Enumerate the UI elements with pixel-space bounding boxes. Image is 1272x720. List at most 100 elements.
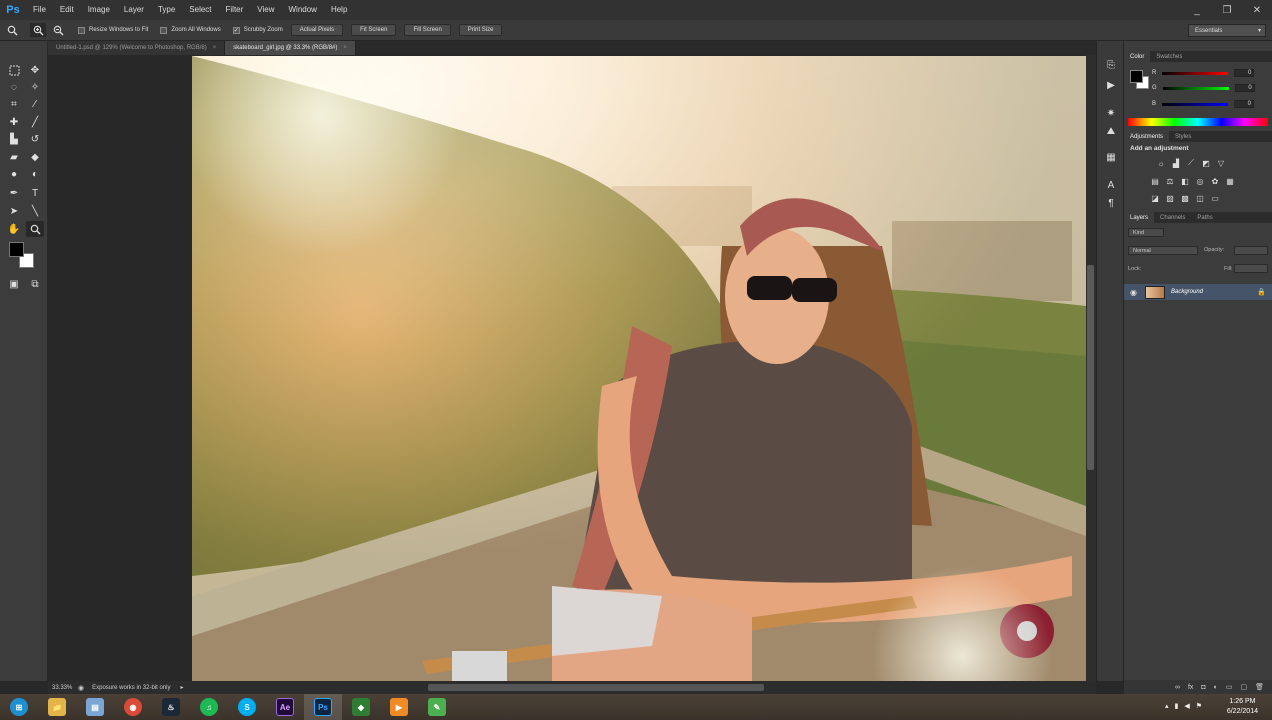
taskbar-app-misc[interactable]: ✎: [418, 694, 456, 720]
screen-mode-icon[interactable]: ⧉: [26, 276, 44, 292]
link-icon[interactable]: ∞: [1175, 684, 1180, 691]
info-icon[interactable]: ◉: [78, 684, 84, 692]
line-tool-icon[interactable]: ╲: [26, 203, 44, 219]
print-size-button[interactable]: Print Size: [458, 24, 503, 36]
taskbar-skype[interactable]: S: [228, 694, 266, 720]
close-icon[interactable]: ×: [213, 45, 217, 51]
menu-window[interactable]: Window: [282, 0, 324, 20]
menu-file[interactable]: File: [26, 0, 53, 20]
threshold-icon[interactable]: ▩: [1180, 193, 1190, 203]
taskbar-media-player[interactable]: ▶: [380, 694, 418, 720]
horizontal-scroll-thumb[interactable]: [428, 684, 764, 691]
red-slider[interactable]: [1162, 71, 1229, 75]
actions-icon[interactable]: ▶: [1103, 77, 1119, 93]
move-tool-icon[interactable]: ✥: [26, 62, 44, 78]
start-button[interactable]: ⊞: [0, 694, 38, 720]
color-balance-icon[interactable]: ⚖: [1165, 176, 1175, 186]
exposure-icon[interactable]: ◩: [1201, 158, 1211, 168]
invert-icon[interactable]: ◪: [1150, 193, 1160, 203]
restore-button[interactable]: ❐: [1212, 0, 1242, 20]
zoom-tool-icon[interactable]: [26, 221, 44, 237]
taskbar-notepad[interactable]: ▤: [76, 694, 114, 720]
curves-icon[interactable]: ⟋: [1186, 158, 1196, 168]
layer-name[interactable]: Background: [1171, 289, 1203, 295]
resize-windows-checkbox[interactable]: Resize Windows to Fit: [78, 26, 148, 34]
layer-row-background[interactable]: ◉ Background 🔒: [1124, 284, 1272, 300]
zoom-all-windows-checkbox[interactable]: Zoom All Windows: [160, 26, 221, 34]
taskbar-photoshop[interactable]: Ps: [304, 694, 342, 720]
blend-mode-select[interactable]: Normal: [1128, 246, 1198, 255]
vertical-scroll-thumb[interactable]: [1087, 265, 1094, 470]
brush-tool-icon[interactable]: ╱: [26, 114, 44, 130]
path-selection-tool-icon[interactable]: ➤: [5, 203, 23, 219]
taskbar-chrome[interactable]: ◉: [114, 694, 152, 720]
menu-view[interactable]: View: [250, 0, 281, 20]
tab-untitled-1[interactable]: Untitled-1.psd @ 129% (Welcome to Photos…: [48, 41, 226, 55]
adjustment-layer-icon[interactable]: ◐: [1214, 684, 1218, 691]
tab-adjustments[interactable]: Adjustments: [1124, 131, 1170, 142]
close-icon[interactable]: ×: [343, 45, 347, 51]
zoom-level-field[interactable]: 33.33%: [48, 685, 78, 691]
clone-stamp-tool-icon[interactable]: ▙: [5, 131, 23, 147]
actual-pixels-button[interactable]: Actual Pixels: [290, 24, 344, 36]
document-image[interactable]: [192, 56, 1086, 681]
clone-source-icon[interactable]: ⛰: [1103, 123, 1119, 139]
blur-tool-icon[interactable]: ●: [5, 166, 23, 182]
trash-icon[interactable]: 🗑: [1255, 683, 1264, 691]
folder-icon[interactable]: ▭: [1226, 683, 1233, 691]
volume-icon[interactable]: ◀: [1184, 702, 1189, 710]
mask-icon[interactable]: ◘: [1201, 684, 1205, 691]
menu-type[interactable]: Type: [151, 0, 182, 20]
character-icon[interactable]: A: [1103, 177, 1119, 193]
tab-paths[interactable]: Paths: [1191, 212, 1218, 223]
posterize-icon[interactable]: ▨: [1165, 193, 1175, 203]
history-icon[interactable]: ⎘: [1103, 57, 1119, 73]
color-spectrum-bar[interactable]: [1128, 118, 1268, 126]
minimize-button[interactable]: _: [1182, 0, 1212, 20]
brightness-icon[interactable]: ☼: [1156, 158, 1166, 168]
taskbar-app-green[interactable]: ◆: [342, 694, 380, 720]
taskbar-spotify[interactable]: ♫: [190, 694, 228, 720]
canvas-area[interactable]: [48, 55, 1086, 681]
menu-filter[interactable]: Filter: [219, 0, 251, 20]
taskbar-clock[interactable]: 1:26 PM 6/22/2014: [1227, 697, 1258, 717]
photo-filter-icon[interactable]: ◎: [1195, 176, 1205, 186]
green-slider[interactable]: [1162, 86, 1229, 90]
new-layer-icon[interactable]: ▢: [1240, 683, 1247, 691]
fill-screen-button[interactable]: Fill Screen: [404, 24, 451, 36]
status-info[interactable]: Exposure works in 32-bit only: [92, 685, 170, 691]
tab-styles[interactable]: Styles: [1169, 131, 1197, 142]
workspace-select[interactable]: Essentials ▾: [1188, 24, 1266, 37]
eye-icon[interactable]: ◉: [1130, 288, 1137, 297]
paint-bucket-tool-icon[interactable]: ◆: [26, 149, 44, 165]
blue-slider[interactable]: [1162, 102, 1229, 106]
menu-layer[interactable]: Layer: [117, 0, 151, 20]
history-brush-tool-icon[interactable]: ↺: [26, 131, 44, 147]
tab-swatches[interactable]: Swatches: [1150, 51, 1188, 62]
paragraph-icon[interactable]: ¶: [1103, 195, 1119, 211]
hue-saturation-icon[interactable]: ▤: [1150, 176, 1160, 186]
healing-brush-tool-icon[interactable]: ✚: [5, 114, 23, 130]
brush-settings-icon[interactable]: ✷: [1103, 105, 1119, 121]
zoom-in-icon[interactable]: [30, 23, 46, 37]
chevron-right-icon[interactable]: ▸: [180, 684, 183, 691]
close-button[interactable]: ✕: [1242, 0, 1272, 20]
fit-screen-button[interactable]: Fit Screen: [351, 24, 397, 36]
chevron-up-icon[interactable]: ▴: [1165, 702, 1169, 710]
eraser-tool-icon[interactable]: ▰: [5, 149, 23, 165]
flag-icon[interactable]: ⚑: [1196, 702, 1202, 710]
marquee-tool-icon[interactable]: [5, 62, 23, 78]
tab-skateboard-girl[interactable]: skateboard_girl.jpg @ 33.3% (RGB/8#) ×: [225, 41, 356, 55]
pen-tool-icon[interactable]: ✒: [5, 185, 23, 201]
properties-icon[interactable]: ▦: [1103, 149, 1119, 165]
fx-icon[interactable]: fx: [1188, 684, 1193, 691]
fill-field[interactable]: [1234, 264, 1268, 273]
menu-edit[interactable]: Edit: [53, 0, 81, 20]
hand-tool-icon[interactable]: ✋: [5, 221, 23, 237]
vibrance-icon[interactable]: ▽: [1216, 158, 1226, 168]
eyedropper-tool-icon[interactable]: ⁄: [26, 96, 44, 112]
crop-tool-icon[interactable]: ⌗: [5, 96, 23, 112]
tab-channels[interactable]: Channels: [1154, 212, 1191, 223]
zoom-out-icon[interactable]: [50, 23, 66, 37]
opacity-field[interactable]: [1234, 246, 1268, 255]
